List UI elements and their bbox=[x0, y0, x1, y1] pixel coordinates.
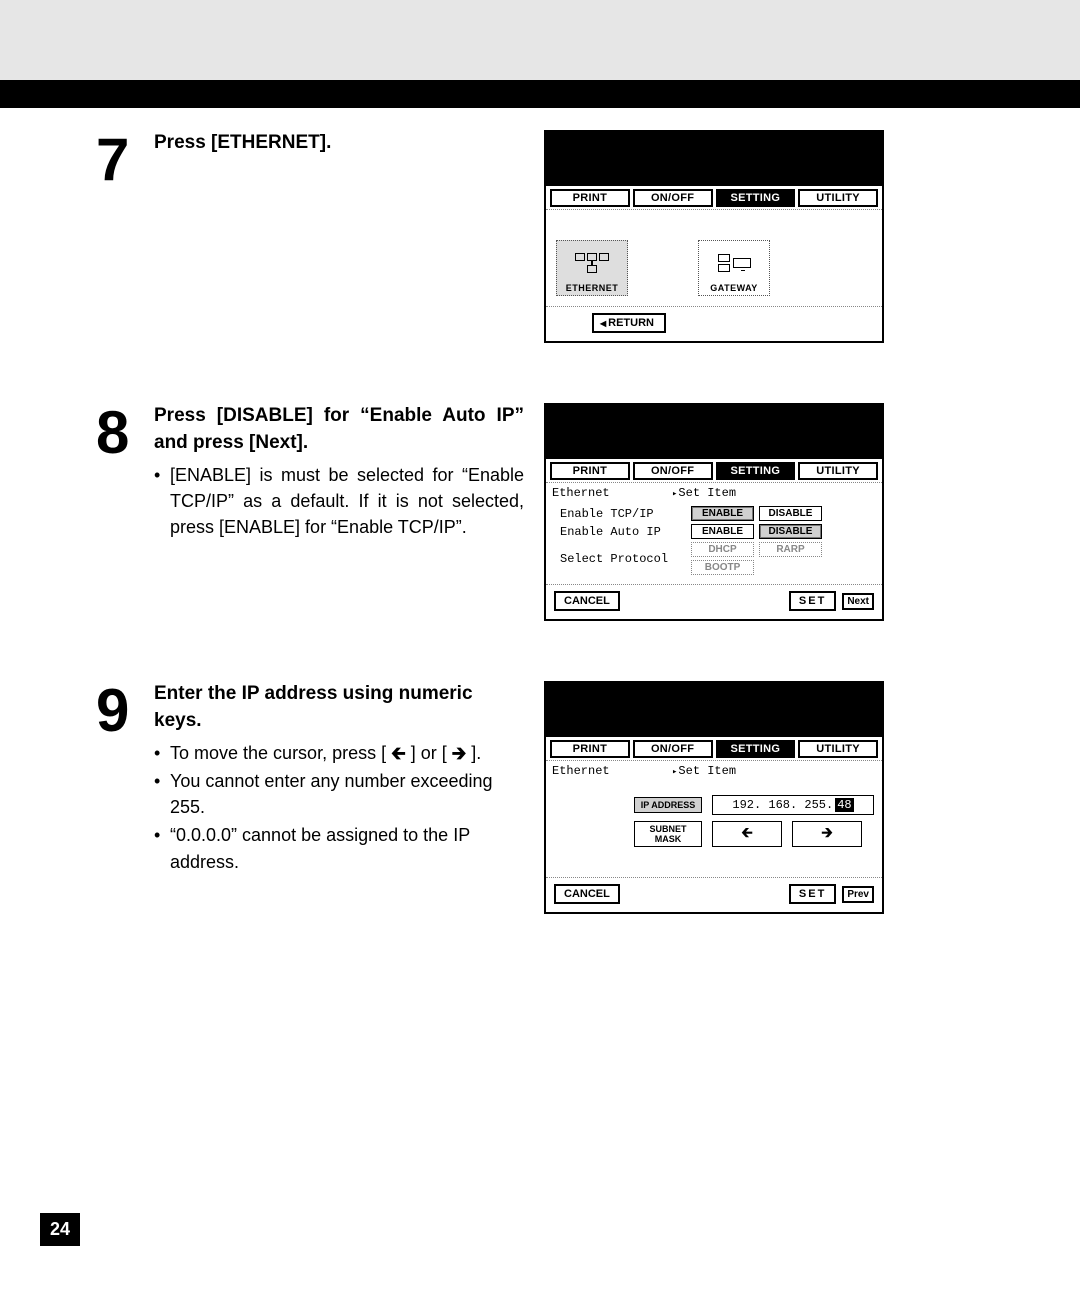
tab-print[interactable]: PRINT bbox=[550, 740, 630, 758]
step-note: You cannot enter any number exceeding 25… bbox=[154, 768, 524, 820]
prev-button[interactable]: Prev bbox=[842, 886, 874, 903]
tab-print[interactable]: PRINT bbox=[550, 189, 630, 207]
step-number: 8 bbox=[96, 403, 136, 463]
row-label: Select Protocol bbox=[554, 552, 686, 566]
step-8: 8 Press [DISABLE] for “Enable Auto IP” a… bbox=[96, 403, 1000, 621]
gateway-icon bbox=[701, 245, 767, 281]
breadcrumb-left: Ethernet bbox=[552, 764, 672, 778]
step-title: Press [ETHERNET]. bbox=[154, 130, 524, 157]
tab-utility[interactable]: UTILITY bbox=[798, 189, 878, 207]
breadcrumb-right: Set Item bbox=[672, 764, 736, 778]
tab-onoff[interactable]: ON/OFF bbox=[633, 462, 713, 480]
tab-utility[interactable]: UTILITY bbox=[798, 740, 878, 758]
tab-setting[interactable]: SETTING bbox=[716, 740, 796, 758]
step-9: 9 Enter the IP address using numeric key… bbox=[96, 681, 1000, 914]
ethernet-button[interactable]: ETHERNET bbox=[556, 240, 628, 296]
tab-setting[interactable]: SETTING bbox=[716, 462, 796, 480]
cursor-right-button[interactable]: 🡲 bbox=[792, 821, 862, 847]
set-button[interactable]: SET bbox=[789, 884, 836, 904]
next-button[interactable]: Next bbox=[842, 593, 874, 610]
step-number: 9 bbox=[96, 681, 136, 741]
ip-address-field[interactable]: 192. 168. 255. 48 bbox=[712, 795, 874, 815]
step-title: Press [DISABLE] for “Enable Auto IP” and… bbox=[154, 403, 524, 456]
screen-step8: PRINT ON/OFF SETTING UTILITY Ethernet Se… bbox=[544, 403, 884, 621]
return-button[interactable]: RETURN bbox=[592, 313, 666, 333]
tab-onoff[interactable]: ON/OFF bbox=[633, 740, 713, 758]
cancel-button[interactable]: CANCEL bbox=[554, 591, 620, 611]
bootp-button[interactable]: BOOTP bbox=[691, 560, 754, 575]
enable-button[interactable]: ENABLE bbox=[691, 524, 754, 539]
breadcrumb-right: Set Item bbox=[672, 486, 736, 500]
tab-utility[interactable]: UTILITY bbox=[798, 462, 878, 480]
cancel-button[interactable]: CANCEL bbox=[554, 884, 620, 904]
step-title: Enter the IP address using numeric keys. bbox=[154, 681, 524, 734]
step-note: [ENABLE] is must be selected for “Enable… bbox=[154, 462, 524, 540]
page-number: 24 bbox=[40, 1213, 80, 1246]
step-number: 7 bbox=[96, 130, 136, 190]
step-note: To move the cursor, press [ 🡰 ] or [ 🡲 ]… bbox=[154, 740, 524, 766]
step-note: “0.0.0.0” cannot be assigned to the IP a… bbox=[154, 822, 524, 874]
row-label: Enable TCP/IP bbox=[554, 507, 686, 521]
left-arrow-icon: 🡰 bbox=[391, 740, 406, 766]
screen-step9: PRINT ON/OFF SETTING UTILITY Ethernet Se… bbox=[544, 681, 884, 914]
disable-button[interactable]: DISABLE bbox=[759, 506, 822, 521]
subnet-mask-button[interactable]: SUBNET MASK bbox=[634, 821, 702, 847]
tab-setting[interactable]: SETTING bbox=[716, 189, 796, 207]
ethernet-icon bbox=[559, 245, 625, 281]
tab-print[interactable]: PRINT bbox=[550, 462, 630, 480]
row-label: Enable Auto IP bbox=[554, 525, 686, 539]
rarp-button[interactable]: RARP bbox=[759, 542, 822, 557]
tab-onoff[interactable]: ON/OFF bbox=[633, 189, 713, 207]
disable-button[interactable]: DISABLE bbox=[759, 524, 822, 539]
step-7: 7 Press [ETHERNET]. PRINT ON/OFF SETTING… bbox=[96, 130, 1000, 343]
set-button[interactable]: SET bbox=[789, 591, 836, 611]
gateway-button[interactable]: GATEWAY bbox=[698, 240, 770, 296]
right-arrow-icon: 🡲 bbox=[452, 740, 467, 766]
enable-button[interactable]: ENABLE bbox=[691, 506, 754, 521]
screen-step7: PRINT ON/OFF SETTING UTILITY ETHERNET bbox=[544, 130, 884, 343]
breadcrumb-left: Ethernet bbox=[552, 486, 672, 500]
dhcp-button[interactable]: DHCP bbox=[691, 542, 754, 557]
ip-address-button[interactable]: IP ADDRESS bbox=[634, 797, 702, 813]
cursor-left-button[interactable]: 🡰 bbox=[712, 821, 782, 847]
